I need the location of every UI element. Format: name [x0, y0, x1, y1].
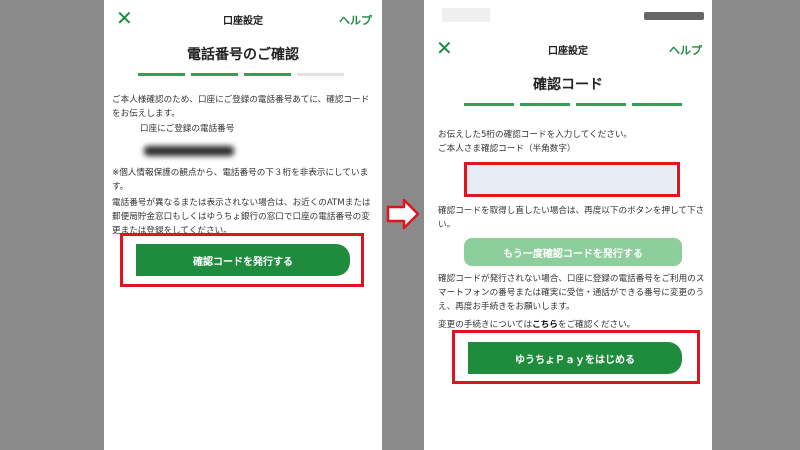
- intro-text: ご本人様確認のため、口座にご登録の電話番号あてに、確認コードをお伝えします。: [112, 95, 370, 119]
- change-text: 変更の手続きについては: [438, 320, 533, 330]
- reissue-code-button[interactable]: もう一度確認コードを発行する: [464, 238, 682, 266]
- step-indicator: [520, 103, 570, 106]
- change-note: 電話番号が異なるまたは表示されない場合は、お近くのATMまたは郵便局貯金窓口もし…: [112, 198, 371, 234]
- page-title: 電話番号のご確認: [187, 47, 299, 63]
- header: ✕ 口座設定 ヘルプ: [104, 4, 382, 32]
- step-indicator: [244, 73, 291, 76]
- instruction-text: お伝えした5桁の確認コードを入力してください。: [438, 130, 633, 140]
- step-indicator: [576, 103, 626, 106]
- phone-label: 口座にご登録の電話番号: [140, 124, 235, 134]
- status-bar-icons: [644, 12, 704, 20]
- step-progress: [464, 103, 682, 106]
- highlight-box: [464, 162, 680, 197]
- step-indicator: [297, 73, 344, 76]
- step-progress: [138, 73, 344, 76]
- step-indicator: [191, 73, 238, 76]
- phone-screen-phone-confirmation: ✕ 口座設定 ヘルプ 電話番号のご確認 ご本人様確認のため、口座にご登録の電話番…: [104, 0, 382, 450]
- status-bar-time: [442, 8, 490, 22]
- privacy-note: ※個人情報保護の観点から、電話番号の下３桁を非表示にしています。: [112, 168, 369, 192]
- arrow-right-icon: [386, 198, 420, 230]
- reissue-text: 確認コードを取得し直したい場合は、再度以下のボタンを押して下さい。: [438, 206, 705, 230]
- step-indicator: [632, 103, 682, 106]
- highlight-box: [452, 330, 700, 384]
- masked-phone-number: [144, 146, 234, 156]
- change-link[interactable]: こちら: [532, 320, 558, 330]
- highlight-box: [120, 233, 364, 287]
- help-link[interactable]: ヘルプ: [669, 42, 702, 58]
- help-link[interactable]: ヘルプ: [339, 12, 372, 28]
- step-indicator: [464, 103, 514, 106]
- header: ✕ 口座設定 ヘルプ: [424, 34, 712, 62]
- phone-screen-confirmation-code: ✕ 口座設定 ヘルプ 確認コード お伝えした5桁の確認コードを入力してください。…: [424, 0, 712, 450]
- step-indicator: [138, 73, 185, 76]
- change-suffix: をご確認ください。: [557, 320, 636, 330]
- not-issued-text: 確認コードが発行されない場合、口座に登録の電話番号をご利用のスマートフォンの番号…: [438, 274, 705, 312]
- page-title: 確認コード: [533, 77, 603, 93]
- code-input-label: ご本人さま確認コード（半角数字）: [438, 144, 576, 154]
